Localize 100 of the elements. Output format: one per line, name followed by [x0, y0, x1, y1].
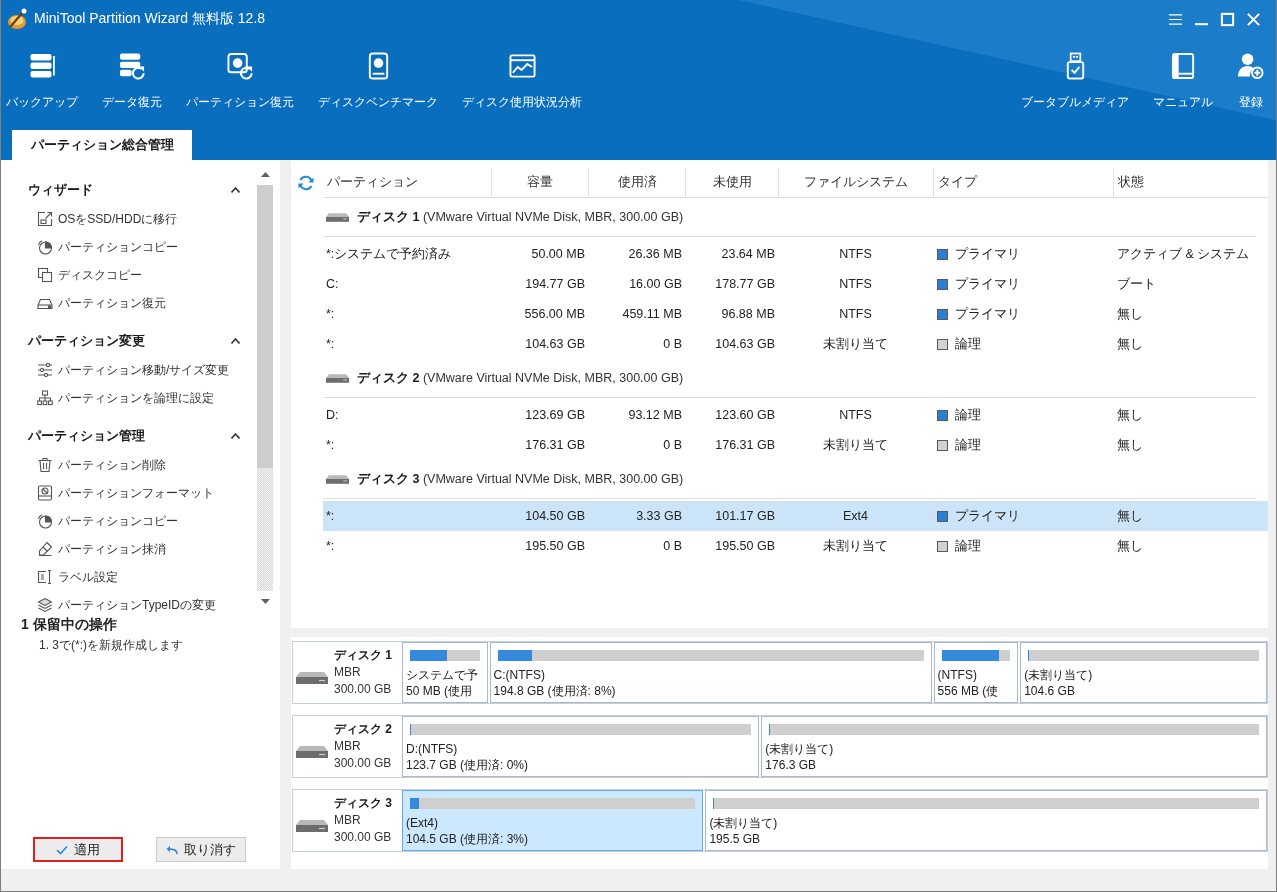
- partition-scheme: MBR: [334, 738, 361, 755]
- partition-detail: 123.7 GB (使用済: 0%): [406, 757, 529, 773]
- table-cell-text: 176.31 GB: [524, 438, 586, 452]
- section-title: パーティション管理: [28, 427, 145, 445]
- toolbar-button[interactable]: 登録: [1235, 38, 1266, 130]
- sidebar-item[interactable]: ラベル設定: [33, 563, 122, 591]
- partition-label: C:(NTFS): [493, 667, 545, 683]
- partition-row[interactable]: *: 556.00 MB 459.11 MB 96.88 MB NTFS プライマリ 無し: [323, 299, 1268, 329]
- sidebar-item[interactable]: パーティション移動/サイズ変更: [33, 356, 234, 384]
- partition-detail: 194.8 GB (使用済: 8%): [493, 683, 616, 699]
- hard-drive-icon: [296, 819, 328, 832]
- sidebar-item[interactable]: パーティションフォーマット: [33, 479, 218, 507]
- partition-row[interactable]: *: 195.50 GB 0 B 195.50 GB 未割り当て 論理 無し: [323, 531, 1268, 561]
- table-cell-text: 178.77 GB: [714, 277, 776, 291]
- table-cell-text: 194.77 GB: [524, 277, 586, 291]
- table-cell-text: 556.00 MB: [523, 307, 586, 321]
- check-icon: [56, 844, 68, 855]
- table-cell-text: D:: [325, 408, 340, 422]
- sidebar-item[interactable]: ディスクコピー: [33, 261, 146, 289]
- partition-block[interactable]: D:(NTFS) 123.7 GB (使用済: 0%): [402, 716, 760, 777]
- column-header[interactable]: パーティション: [323, 168, 491, 197]
- table-cell-text: 101.17 GB: [714, 509, 776, 523]
- column-header[interactable]: ファイルシステム: [778, 168, 933, 197]
- table-cell-text: 50.00 MB: [530, 247, 586, 261]
- column-header[interactable]: 使用済: [588, 168, 685, 197]
- close-icon[interactable]: [1246, 11, 1261, 27]
- scrollbar-thumb[interactable]: [257, 185, 273, 468]
- table-cell-text: NTFS: [838, 247, 873, 261]
- table-cell-text: 459.11 MB: [621, 307, 683, 321]
- partition-row[interactable]: *: 104.63 GB 0 B 104.63 GB 未割り当て 論理 無し: [323, 329, 1268, 359]
- partition-row[interactable]: *: 176.31 GB 0 B 176.31 GB 未割り当て 論理 無し: [323, 430, 1268, 460]
- table-cell-text: 104.63 GB: [714, 337, 776, 351]
- hard-drive-icon: [326, 474, 349, 484]
- toolbar-button[interactable]: マニュアル: [1151, 38, 1215, 130]
- partition-block[interactable]: (未割り当て) 176.3 GB: [761, 716, 1267, 777]
- hard-drive-icon: [326, 212, 349, 222]
- disk-name: ディスク 2: [334, 721, 392, 738]
- maximize-icon[interactable]: [1220, 11, 1235, 27]
- column-header[interactable]: タイプ: [933, 168, 1113, 197]
- disk-map-card[interactable]: ディスク 2 MBR 300.00 GB D:(NTFS) 123.7 GB (使用済: 0%) (未割り当て) 176.3 GB: [292, 715, 1268, 778]
- column-header[interactable]: 未使用: [685, 168, 778, 197]
- partition-row[interactable]: *: 104.50 GB 3.33 GB 101.17 GB Ext4 プライマリ 無し: [323, 501, 1268, 531]
- toolbar-button[interactable]: パーティション復元: [184, 38, 296, 130]
- disk-size: 300.00 GB: [334, 829, 392, 846]
- type-label: 論理: [955, 335, 981, 353]
- menu-icon[interactable]: [1168, 11, 1183, 27]
- sidebar-item[interactable]: OSをSSD/HDDに移行: [33, 205, 182, 233]
- partition-scheme: MBR: [334, 664, 361, 681]
- table-cell-text: 16.00 GB: [628, 277, 683, 291]
- table-cell-text: 0 B: [662, 438, 683, 452]
- chevron-up-icon[interactable]: [231, 187, 240, 193]
- disk-name: ディスク 1: [334, 647, 392, 664]
- toolbar-button[interactable]: ディスクベンチマーク: [316, 38, 440, 130]
- toolbar-button[interactable]: ディスク使用状況分析: [460, 38, 584, 130]
- sidebar-item[interactable]: パーティションTypeIDの変更: [33, 591, 220, 614]
- toolbar-button[interactable]: バックアップ: [4, 38, 80, 130]
- table-cell-text: 無し: [1116, 436, 1144, 454]
- partition-row[interactable]: C: 194.77 GB 16.00 GB 178.77 GB NTFS プライマリ ブート: [323, 269, 1268, 299]
- pie-chart-icon: [37, 239, 53, 255]
- layers-icon: [37, 597, 53, 613]
- pie-chart-icon: [37, 513, 53, 529]
- partition-block[interactable]: (未割り当て) 195.5 GB: [705, 790, 1267, 851]
- tab[interactable]: パーティション総合管理: [12, 130, 192, 160]
- sidebar-item[interactable]: パーティション抹消: [33, 535, 170, 563]
- partition-row[interactable]: *:システムで予約済み 50.00 MB 26.36 MB 23.64 MB NTFS プライマリ アクティブ & システム: [323, 239, 1268, 269]
- disk-map-card[interactable]: ディスク 1 MBR 300.00 GB システムで予 50 MB (使用 C:(NTFS) 194.8 GB (使用済: 8%) (NTFS) 556 MB (使 (未割り当て) 104.6 GB: [292, 641, 1268, 704]
- table-cell-text: *:: [325, 337, 336, 351]
- scrollbar[interactable]: [257, 185, 273, 591]
- pending-title: 1 保留中の操作: [20, 615, 117, 634]
- toolbar-button[interactable]: データ復元: [100, 38, 164, 130]
- partition-block[interactable]: C:(NTFS) 194.8 GB (使用済: 8%): [489, 642, 932, 703]
- partition-detail: 50 MB (使用: [406, 683, 472, 699]
- column-header[interactable]: 容量: [491, 168, 588, 197]
- column-header[interactable]: 状態: [1113, 168, 1268, 197]
- partition-detail: 104.6 GB: [1024, 683, 1075, 699]
- sidebar-item[interactable]: パーティションを論理に設定: [33, 384, 218, 412]
- chevron-up-icon[interactable]: [231, 338, 240, 344]
- chevron-up-icon[interactable]: [231, 433, 240, 439]
- sidebar-item[interactable]: パーティションコピー: [33, 233, 182, 261]
- partition-block[interactable]: システムで予 50 MB (使用: [402, 642, 488, 703]
- table-cell-text: *:システムで予約済み: [325, 245, 453, 263]
- refresh-icon[interactable]: [298, 175, 314, 191]
- disk-map-card[interactable]: ディスク 3 MBR 300.00 GB (Ext4) 104.5 GB (使用済: 3%) (未割り当て) 195.5 GB: [292, 789, 1268, 852]
- undo-icon: [166, 844, 178, 855]
- partition-block[interactable]: (NTFS) 556 MB (使: [933, 642, 1019, 703]
- undo-button[interactable]: 取り消す: [156, 837, 246, 862]
- partition-block[interactable]: (Ext4) 104.5 GB (使用済: 3%): [402, 790, 704, 851]
- scroll-down-icon[interactable]: [260, 599, 270, 604]
- pending-operation: 1. 3で(*:)を新規作成します: [39, 637, 183, 654]
- partition-block[interactable]: (未割り当て) 104.6 GB: [1020, 642, 1267, 703]
- sidebar-item[interactable]: パーティションコピー: [33, 507, 182, 535]
- partition-row[interactable]: D: 123.69 GB 93.12 MB 123.60 GB NTFS 論理 無し: [323, 400, 1268, 430]
- hierarchy-icon: [37, 390, 53, 406]
- table-cell-text: NTFS: [838, 307, 873, 321]
- sidebar-item[interactable]: パーティション削除: [33, 451, 170, 479]
- table-cell-text: 123.60 GB: [714, 408, 776, 422]
- apply-button[interactable]: 適用: [33, 837, 123, 862]
- sidebar-item[interactable]: パーティション復元: [33, 289, 170, 317]
- scroll-up-icon[interactable]: [260, 172, 270, 177]
- toolbar-button[interactable]: ブータブルメディア: [1019, 38, 1131, 130]
